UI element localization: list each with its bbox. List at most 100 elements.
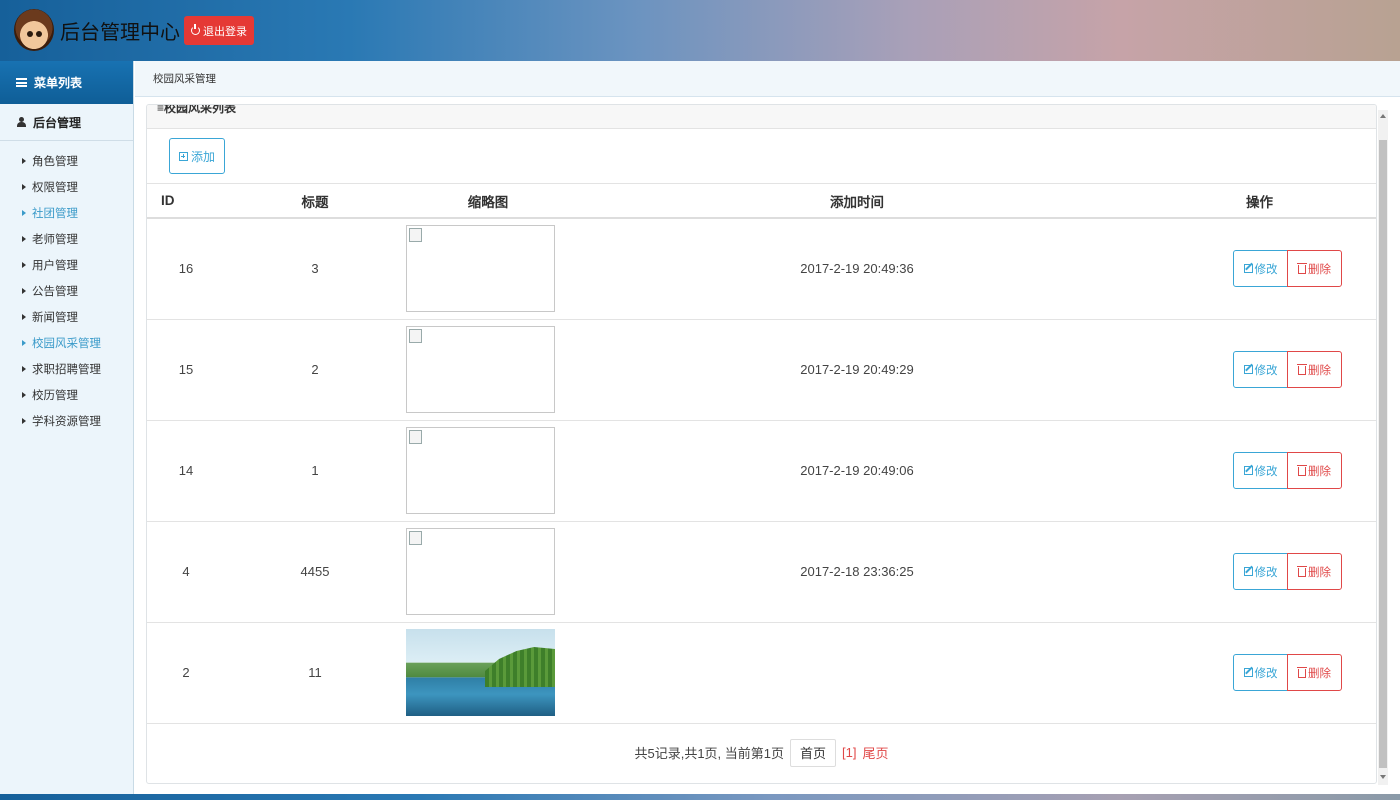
delete-label: 删除 xyxy=(1308,566,1331,579)
main-content: ≡校园风采列表 添加 ID 标题 缩略图 添加时间 操作 16 3 2017-2… xyxy=(135,97,1400,794)
sidebar-item-label: 社团管理 xyxy=(32,208,78,220)
caret-right-icon xyxy=(22,418,26,424)
delete-button[interactable]: 删除 xyxy=(1287,452,1342,489)
cell-time: 2017-2-19 20:49:36 xyxy=(571,218,1143,320)
sidebar-item-users[interactable]: 用户管理 xyxy=(0,252,133,278)
footer-strip xyxy=(0,794,1400,800)
table-header-row: ID 标题 缩略图 添加时间 操作 xyxy=(147,184,1376,219)
sidebar-item-news[interactable]: 新闻管理 xyxy=(0,304,133,330)
table-row: 16 3 2017-2-19 20:49:36 修改 删除 xyxy=(147,218,1376,320)
column-header-time: 添加时间 xyxy=(571,184,1143,219)
sidebar-item-label: 权限管理 xyxy=(32,182,78,194)
list-panel: ≡校园风采列表 添加 ID 标题 缩略图 添加时间 操作 16 3 2017-2… xyxy=(146,104,1377,784)
page-link-1[interactable]: [1] xyxy=(842,745,856,760)
sidebar-item-clubs[interactable]: 社团管理 xyxy=(0,200,133,226)
caret-right-icon xyxy=(22,210,26,216)
delete-button[interactable]: 删除 xyxy=(1287,553,1342,590)
table-row: 4 4455 2017-2-18 23:36:25 修改 删除 xyxy=(147,521,1376,623)
edit-button[interactable]: 修改 xyxy=(1233,654,1288,691)
delete-label: 删除 xyxy=(1308,465,1331,478)
sidebar-item-calendar[interactable]: 校历管理 xyxy=(0,382,133,408)
scroll-down-icon[interactable] xyxy=(1380,775,1386,779)
trash-icon xyxy=(1297,667,1307,678)
sidebar-group-admin[interactable]: 后台管理 xyxy=(0,104,133,141)
delete-button[interactable]: 删除 xyxy=(1287,351,1342,388)
cell-id: 14 xyxy=(147,420,225,522)
caret-right-icon xyxy=(22,184,26,190)
scrollbar-thumb[interactable] xyxy=(1379,140,1387,768)
toolbar: 添加 xyxy=(147,129,1376,184)
logout-label: 退出登录 xyxy=(203,25,247,38)
caret-right-icon xyxy=(22,158,26,164)
delete-button[interactable]: 删除 xyxy=(1287,250,1342,288)
pagination: 共5记录,共1页, 当前第1页 首页 [1] 尾页 xyxy=(147,724,1376,782)
sidebar-item-teachers[interactable]: 老师管理 xyxy=(0,226,133,252)
sidebar-item-label: 新闻管理 xyxy=(32,312,78,324)
logout-button[interactable]: 退出登录 xyxy=(184,16,254,45)
sidebar-item-label: 用户管理 xyxy=(32,260,78,272)
sidebar-nav: 角色管理 权限管理 社团管理 老师管理 用户管理 公告管理 新闻管理 校园风采管… xyxy=(0,141,133,434)
menu-header: 菜单列表 xyxy=(0,61,133,104)
delete-label: 删除 xyxy=(1308,263,1331,276)
sidebar-item-permissions[interactable]: 权限管理 xyxy=(0,174,133,200)
data-table: ID 标题 缩略图 添加时间 操作 16 3 2017-2-19 20:49:3… xyxy=(147,184,1376,724)
caret-right-icon xyxy=(22,314,26,320)
app-title: 后台管理中心 xyxy=(60,20,180,44)
caret-right-icon xyxy=(22,340,26,346)
edit-icon xyxy=(1243,668,1253,677)
top-header: 后台管理中心 退出登录 xyxy=(0,0,1400,61)
cell-title: 1 xyxy=(225,420,405,522)
add-button[interactable]: 添加 xyxy=(169,138,225,174)
edit-button[interactable]: 修改 xyxy=(1233,351,1288,388)
scroll-up-icon[interactable] xyxy=(1380,114,1386,118)
cell-id: 2 xyxy=(147,622,225,724)
sidebar-item-resources[interactable]: 学科资源管理 xyxy=(0,408,133,434)
sidebar-item-label: 求职招聘管理 xyxy=(32,364,101,376)
cell-time: 2017-2-18 23:36:25 xyxy=(571,521,1143,623)
column-header-title: 标题 xyxy=(225,184,405,219)
avatar xyxy=(14,9,54,51)
thumbnail-image xyxy=(406,528,555,615)
breadcrumb-current: 校园风采管理 xyxy=(153,73,216,85)
power-icon xyxy=(191,24,200,35)
edit-button[interactable]: 修改 xyxy=(1233,452,1288,489)
caret-right-icon xyxy=(22,262,26,268)
caret-right-icon xyxy=(22,288,26,294)
last-page-link[interactable]: 尾页 xyxy=(863,743,889,762)
column-header-id: ID xyxy=(147,184,225,219)
thumbnail-image xyxy=(406,427,555,514)
edit-button[interactable]: 修改 xyxy=(1233,250,1288,288)
thumbnail-image xyxy=(406,225,555,313)
delete-button[interactable]: 删除 xyxy=(1287,654,1342,691)
sidebar-item-roles[interactable]: 角色管理 xyxy=(0,148,133,174)
menu-title: 菜单列表 xyxy=(34,76,83,90)
thumbnail-image xyxy=(406,629,555,716)
table-row: 14 1 2017-2-19 20:49:06 修改 删除 xyxy=(147,420,1376,522)
column-header-actions: 操作 xyxy=(1143,184,1376,219)
group-title: 后台管理 xyxy=(33,115,82,130)
delete-label: 删除 xyxy=(1308,364,1331,377)
sidebar-item-label: 老师管理 xyxy=(32,234,78,246)
plus-square-icon xyxy=(178,151,188,161)
cell-id: 16 xyxy=(147,218,225,320)
sidebar-item-campus-style[interactable]: 校园风采管理 xyxy=(0,330,133,356)
edit-button[interactable]: 修改 xyxy=(1233,553,1288,590)
edit-icon xyxy=(1243,264,1253,274)
thumbnail-image xyxy=(406,326,555,413)
sidebar-item-notices[interactable]: 公告管理 xyxy=(0,278,133,304)
sidebar-item-jobs[interactable]: 求职招聘管理 xyxy=(0,356,133,382)
edit-label: 修改 xyxy=(1254,465,1278,478)
panel-title: ≡校园风采列表 xyxy=(157,105,237,115)
pagination-summary: 共5记录,共1页, 当前第1页 xyxy=(634,746,785,761)
sidebar-item-label: 角色管理 xyxy=(32,156,78,168)
cell-title: 11 xyxy=(225,622,405,724)
edit-label: 修改 xyxy=(1254,667,1278,680)
sidebar-item-label: 校历管理 xyxy=(32,390,78,402)
first-page-button[interactable]: 首页 xyxy=(790,738,837,767)
caret-right-icon xyxy=(22,236,26,242)
delete-label: 删除 xyxy=(1308,667,1331,680)
edit-icon xyxy=(1243,466,1253,475)
cell-time: 2017-2-19 20:49:29 xyxy=(571,319,1143,421)
trash-icon xyxy=(1297,566,1307,577)
cell-title: 3 xyxy=(225,218,405,320)
